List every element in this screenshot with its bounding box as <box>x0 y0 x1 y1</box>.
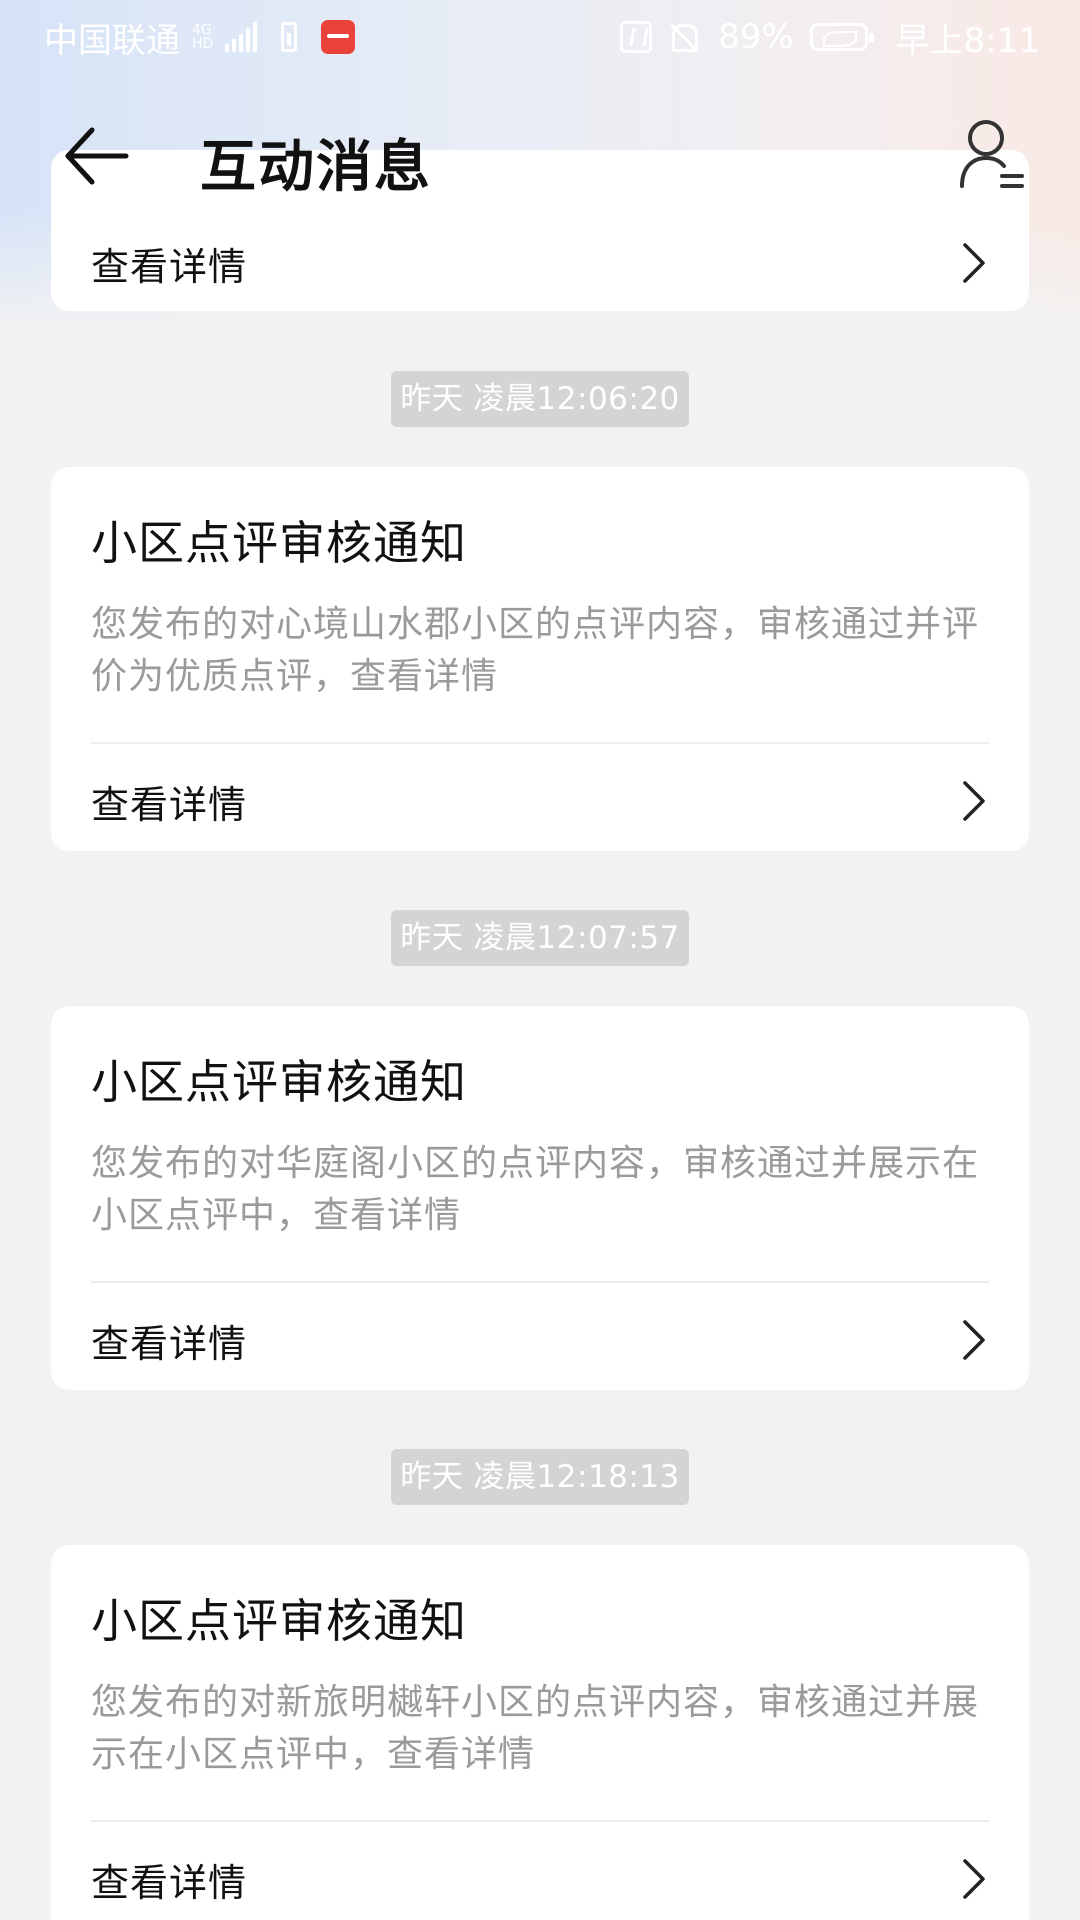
chevron-right-icon <box>963 243 985 283</box>
view-details-label: 查看详情 <box>91 1322 248 1366</box>
message-title: 小区点评审核通知 <box>91 1055 467 1109</box>
chevron-right-icon <box>963 781 985 821</box>
message-timestamp: 昨天 凌晨12:18:13 <box>391 1449 689 1505</box>
battery-saver-icon <box>809 23 874 51</box>
view-details-row[interactable]: 查看详情 <box>51 1283 1029 1393</box>
arrow-left-icon <box>65 127 129 185</box>
message-body: 您发布的对华庭阁小区的点评内容，审核通过并展示在小区点评中，查看详情 <box>91 1143 980 1236</box>
message-body: 您发布的对心境山水郡小区的点评内容，审核通过并评价为优质点评，查看详情 <box>91 604 980 697</box>
message-title: 小区点评审核通知 <box>91 516 467 570</box>
message-list[interactable]: 查看详情 昨天 凌晨12:06:20 小区点评审核通知 您发布的对心境山水郡小区… <box>0 0 1080 1920</box>
message-timestamp: 昨天 凌晨12:07:57 <box>391 910 689 966</box>
view-details-label: 查看详情 <box>91 245 248 289</box>
battery-percent: 89% <box>718 17 794 57</box>
chevron-right-icon <box>963 1320 985 1360</box>
view-details-label: 查看详情 <box>91 1861 248 1905</box>
view-details-label: 查看详情 <box>91 783 248 827</box>
message-card[interactable]: 小区点评审核通知 您发布的对华庭阁小区的点评内容，审核通过并展示在小区点评中，查… <box>51 1006 1029 1390</box>
network-type-indicator: 4G HD <box>192 23 213 51</box>
message-card[interactable]: 小区点评审核通知 您发布的对心境山水郡小区的点评内容，审核通过并评价为优质点评，… <box>51 467 1029 851</box>
page-title: 互动消息 <box>200 135 432 200</box>
chevron-right-icon <box>963 1859 985 1899</box>
message-card[interactable]: 小区点评审核通知 您发布的对新旅明樾轩小区的点评内容，审核通过并展示在小区点评中… <box>51 1545 1029 1920</box>
screen: 查看详情 昨天 凌晨12:06:20 小区点评审核通知 您发布的对心境山水郡小区… <box>0 0 1080 1920</box>
status-bar-right: 89% 早上8:11 <box>620 13 1040 62</box>
clock: 早上8:11 <box>895 20 1040 61</box>
huawei-app-notification-icon <box>321 20 356 54</box>
message-timestamp: 昨天 凌晨12:06:20 <box>391 371 689 427</box>
message-title: 小区点评审核通知 <box>91 1594 467 1648</box>
view-details-row[interactable]: 查看详情 <box>51 206 1029 316</box>
network-type-label: 4G <box>192 22 212 38</box>
network-sub-label: HD <box>192 36 214 52</box>
mute-bell-icon <box>668 22 699 52</box>
app-header: 互动消息 <box>0 100 1080 210</box>
carrier-name: 中国联通 <box>44 20 180 61</box>
user-list-icon <box>960 120 1024 188</box>
status-bar-left: 中国联通 4G HD <box>44 13 356 62</box>
view-details-row[interactable]: 查看详情 <box>51 1822 1029 1920</box>
profile-button[interactable] <box>958 116 1028 196</box>
status-bar: 中国联通 4G HD 89% 早上8:11 <box>0 0 1080 74</box>
signal-strength-icon <box>225 22 258 52</box>
back-button[interactable] <box>60 120 136 192</box>
view-details-row[interactable]: 查看详情 <box>51 744 1029 854</box>
message-body: 您发布的对新旅明樾轩小区的点评内容，审核通过并展示在小区点评中，查看详情 <box>91 1682 980 1775</box>
nfc-icon <box>620 21 653 53</box>
sim-battery-icon <box>281 22 298 52</box>
